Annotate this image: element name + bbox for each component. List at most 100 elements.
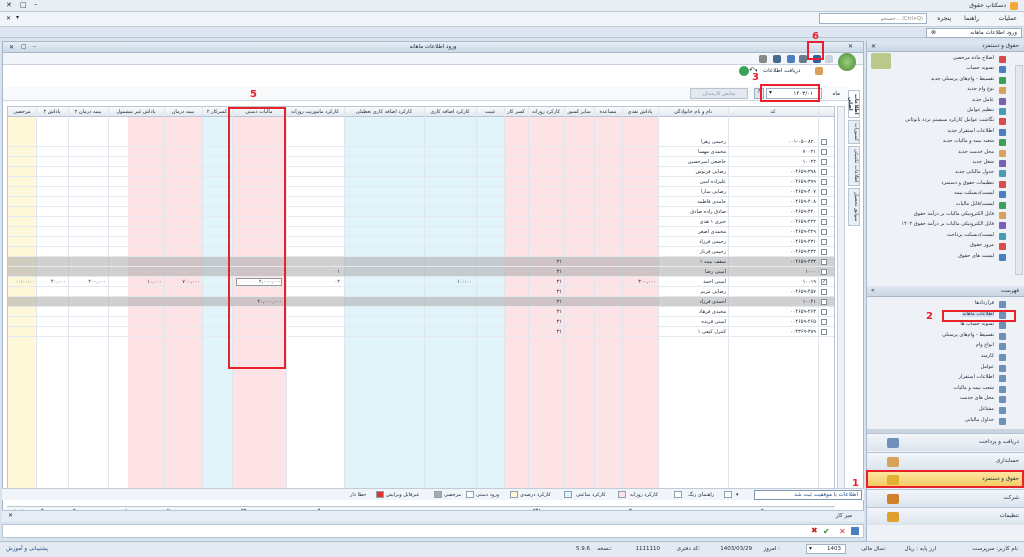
col-header-overtime[interactable]: کارکرد اضافه کاری <box>424 109 476 115</box>
tab-close-icon[interactable]: ⊗ <box>931 29 936 36</box>
nav-item[interactable]: لیست/فایل مالیات <box>956 201 994 207</box>
row-checkbox[interactable] <box>821 169 827 175</box>
nav-section[interactable]: شرکت <box>867 488 1024 507</box>
nav-item[interactable]: شغل جدید <box>972 159 994 165</box>
row-checkbox[interactable] <box>821 239 827 245</box>
row-checkbox[interactable] <box>821 209 827 215</box>
nav-close-icon[interactable]: ✕ <box>871 43 876 50</box>
window-close-icon[interactable]: ✕ <box>6 1 12 9</box>
nav-item[interactable]: نوع وام جدید <box>967 86 994 92</box>
menu-item-window[interactable]: پنجره <box>937 15 951 22</box>
cell-health-insurance[interactable]: ۷۰۰,۰۰۰ <box>166 279 200 285</box>
panel-pin-icon[interactable]: ✕ <box>848 43 853 50</box>
help-icon[interactable] <box>759 55 767 63</box>
row-checkbox[interactable] <box>821 299 827 305</box>
panel-max-icon[interactable]: ▢ <box>21 43 27 50</box>
cell-daily-work[interactable]: ۳۱ <box>530 259 562 265</box>
nav-section[interactable]: دریافت و پرداخت <box>867 433 1024 451</box>
list-item[interactable]: تقسیط - وام‌های پرسنلی <box>942 332 994 338</box>
cell-daily-work[interactable]: ۳۱ <box>530 329 562 335</box>
cell-daily-work[interactable]: ۳۱ <box>530 309 562 315</box>
cell-cash-bonus[interactable]: ۳۰۰,۰۰۰ <box>624 279 656 285</box>
workspace-close-icon[interactable]: ✕ <box>8 512 13 519</box>
col-header-other-deductions[interactable]: سایر کسور <box>564 109 594 115</box>
window-maximize-icon[interactable]: □ <box>20 1 27 9</box>
legend-dropdown-icon[interactable]: ▾ <box>736 492 739 498</box>
list-item[interactable]: محل های خدمت <box>960 395 994 401</box>
nav-item[interactable]: محل خدمت جدید <box>958 149 994 155</box>
vtab-education[interactable]: سوابق تحصیل <box>848 188 860 226</box>
nav-item[interactable]: فایل الکترونیکی مالیات بر درآمد حقوق <box>914 211 994 217</box>
row-checkbox[interactable] <box>821 179 827 185</box>
search-input[interactable]: جستجو... (Ctrl+Q) <box>819 13 927 24</box>
delete-icon[interactable]: ✖ <box>811 526 818 535</box>
vertical-scrollbar[interactable] <box>837 106 845 496</box>
row-checkbox[interactable] <box>821 219 827 225</box>
nav-section[interactable]: حسابداری <box>867 451 1024 470</box>
row-checkbox[interactable] <box>821 289 827 295</box>
row-checkbox[interactable] <box>821 309 827 315</box>
fiscal-year-select[interactable]: 1403 ▾ <box>806 544 846 554</box>
col-header-health-insurance[interactable]: بیمه درمان <box>164 109 202 115</box>
list-item[interactable]: مشاغل <box>979 406 994 412</box>
nav-item[interactable]: تسویه حساب <box>966 65 994 71</box>
nav-item[interactable]: شعبه بیمه و مالیات جدید <box>943 138 994 144</box>
row-checkbox[interactable] <box>821 189 827 195</box>
nav-section[interactable]: تنظیمات <box>867 507 1024 525</box>
col-header-bonus-2[interactable]: پاداش ۲ <box>36 109 68 115</box>
col-header-name[interactable]: نام و نام خانوادگی <box>658 109 728 115</box>
col-header-cash-bonus[interactable]: پاداش نقدی <box>622 109 658 115</box>
new-icon[interactable] <box>825 55 833 63</box>
cell-mission[interactable]: ۰۲ <box>290 279 340 285</box>
vtab-deductions[interactable]: کسورات <box>848 120 860 144</box>
cell-daily-work[interactable]: ۳۱ <box>530 269 562 275</box>
nav-item[interactable]: تنظیم عوامل <box>967 107 994 113</box>
support-link[interactable]: پشتیبانی و آموزش <box>6 546 48 552</box>
nav-item[interactable]: اطلاعات استقرار جدید <box>947 128 994 134</box>
cell-daily-work[interactable]: ۳۱ <box>530 279 562 285</box>
cell-bonus-2[interactable]: ۴۰,۰۰۰ <box>38 279 66 285</box>
table-row[interactable]: ۱۰۰۲۱ احمدی فرزاد ۳۱ ۲۰,۰۰۰,۰۰۰ <box>8 297 834 307</box>
menu-dropdown-icon[interactable]: ▾ <box>16 14 19 21</box>
col-header-health-insurance-2[interactable]: بیمه درمان ۲ <box>68 109 108 115</box>
row-checkbox[interactable] <box>821 329 827 335</box>
table-row[interactable]: ۰۰۴۶۵۹-۳۹۸ رضایی فرنوش <box>8 167 834 177</box>
cell-exempt-bonus[interactable]: ۱۰,۰۰۰ <box>110 279 162 285</box>
table-row[interactable]: ۱۰۰۰ امینی رضا ۳۱ ۰۱ <box>8 267 834 277</box>
list-item[interactable]: تسویه حساب ها <box>960 321 994 327</box>
table-row[interactable]: ۰۰۴۶۵۹-۴۲۹ محمدی اصغر <box>8 227 834 237</box>
cell-mission[interactable]: ۰۱ <box>290 269 340 275</box>
panel-close-icon[interactable]: ✕ <box>9 44 14 51</box>
list-item[interactable]: اطلاعات استقرار <box>959 374 994 380</box>
row-checkbox[interactable] <box>821 319 827 325</box>
nav-item[interactable]: لیست/دیسکت پرداخت <box>947 232 994 238</box>
nav-item[interactable]: فایل الکترونیکی مالیات بر درآمد حقوق ۱۴۰… <box>901 221 994 227</box>
list-item[interactable]: شعب بیمه و مالیات <box>953 385 994 391</box>
receive-data-button[interactable]: دریافت اطلاعات <box>763 68 800 74</box>
menu-item-help[interactable]: راهنما <box>964 15 979 22</box>
table-row[interactable]: ۰۰۴۶۵۹-۳۹۹ علیزاده امین <box>8 177 834 187</box>
cell-leave[interactable]: ۰۰:۰۰:۰۰ <box>10 279 35 285</box>
window-minimize-icon[interactable]: – <box>34 0 38 8</box>
nav-item[interactable]: اصلاح ماده مرخصی <box>953 55 994 61</box>
row-checkbox[interactable] <box>821 229 827 235</box>
nav-item[interactable]: لیست های حقوق <box>958 253 994 259</box>
panel-min-icon[interactable]: – <box>33 43 36 50</box>
tab-monthly-data[interactable]: ورود اطلاعات ماهانه ⊗ <box>926 28 1022 38</box>
nav-item[interactable]: نگاشت عوامل کارکرد سیستم تردد بانوئاتی <box>905 117 994 123</box>
table-row[interactable]: ۰۰۴۶۵۹-۴۳۱ رحیمی فرزاد <box>8 237 834 247</box>
vtab-extra-info[interactable]: اطلاعات تکمیلی <box>848 146 860 186</box>
vtab-main-info[interactable]: اطلاعات اصلی <box>847 90 860 118</box>
menu-item-operations[interactable]: عملیات <box>999 15 1017 22</box>
row-checkbox[interactable] <box>821 149 827 155</box>
table-row[interactable]: ۰۰۴۳۶۹-۳۸۹ ۱ کنترل کیفی ۳۱ <box>8 327 834 337</box>
export-icon[interactable] <box>799 55 807 63</box>
grid-icon[interactable] <box>851 527 859 535</box>
table-row[interactable]: ۰۰۴۶۵۹-۴۰۸ حامدی فاطمه <box>8 197 834 207</box>
table-row[interactable]: ۷۰۰۲۱ محمدی مهسا <box>8 147 834 157</box>
table-row[interactable]: ۰۰۴۶۵۹-۴۳۳ ۱ سقف بیمه ۳۱ <box>8 257 834 267</box>
list-item[interactable]: کارمند <box>981 353 994 359</box>
receive-icon[interactable] <box>739 66 749 76</box>
table-row[interactable]: ۰۰۴۶۵۹-۴۲۲ حیری ۱ هدی <box>8 217 834 227</box>
list-item[interactable]: قراردادها <box>975 300 994 306</box>
